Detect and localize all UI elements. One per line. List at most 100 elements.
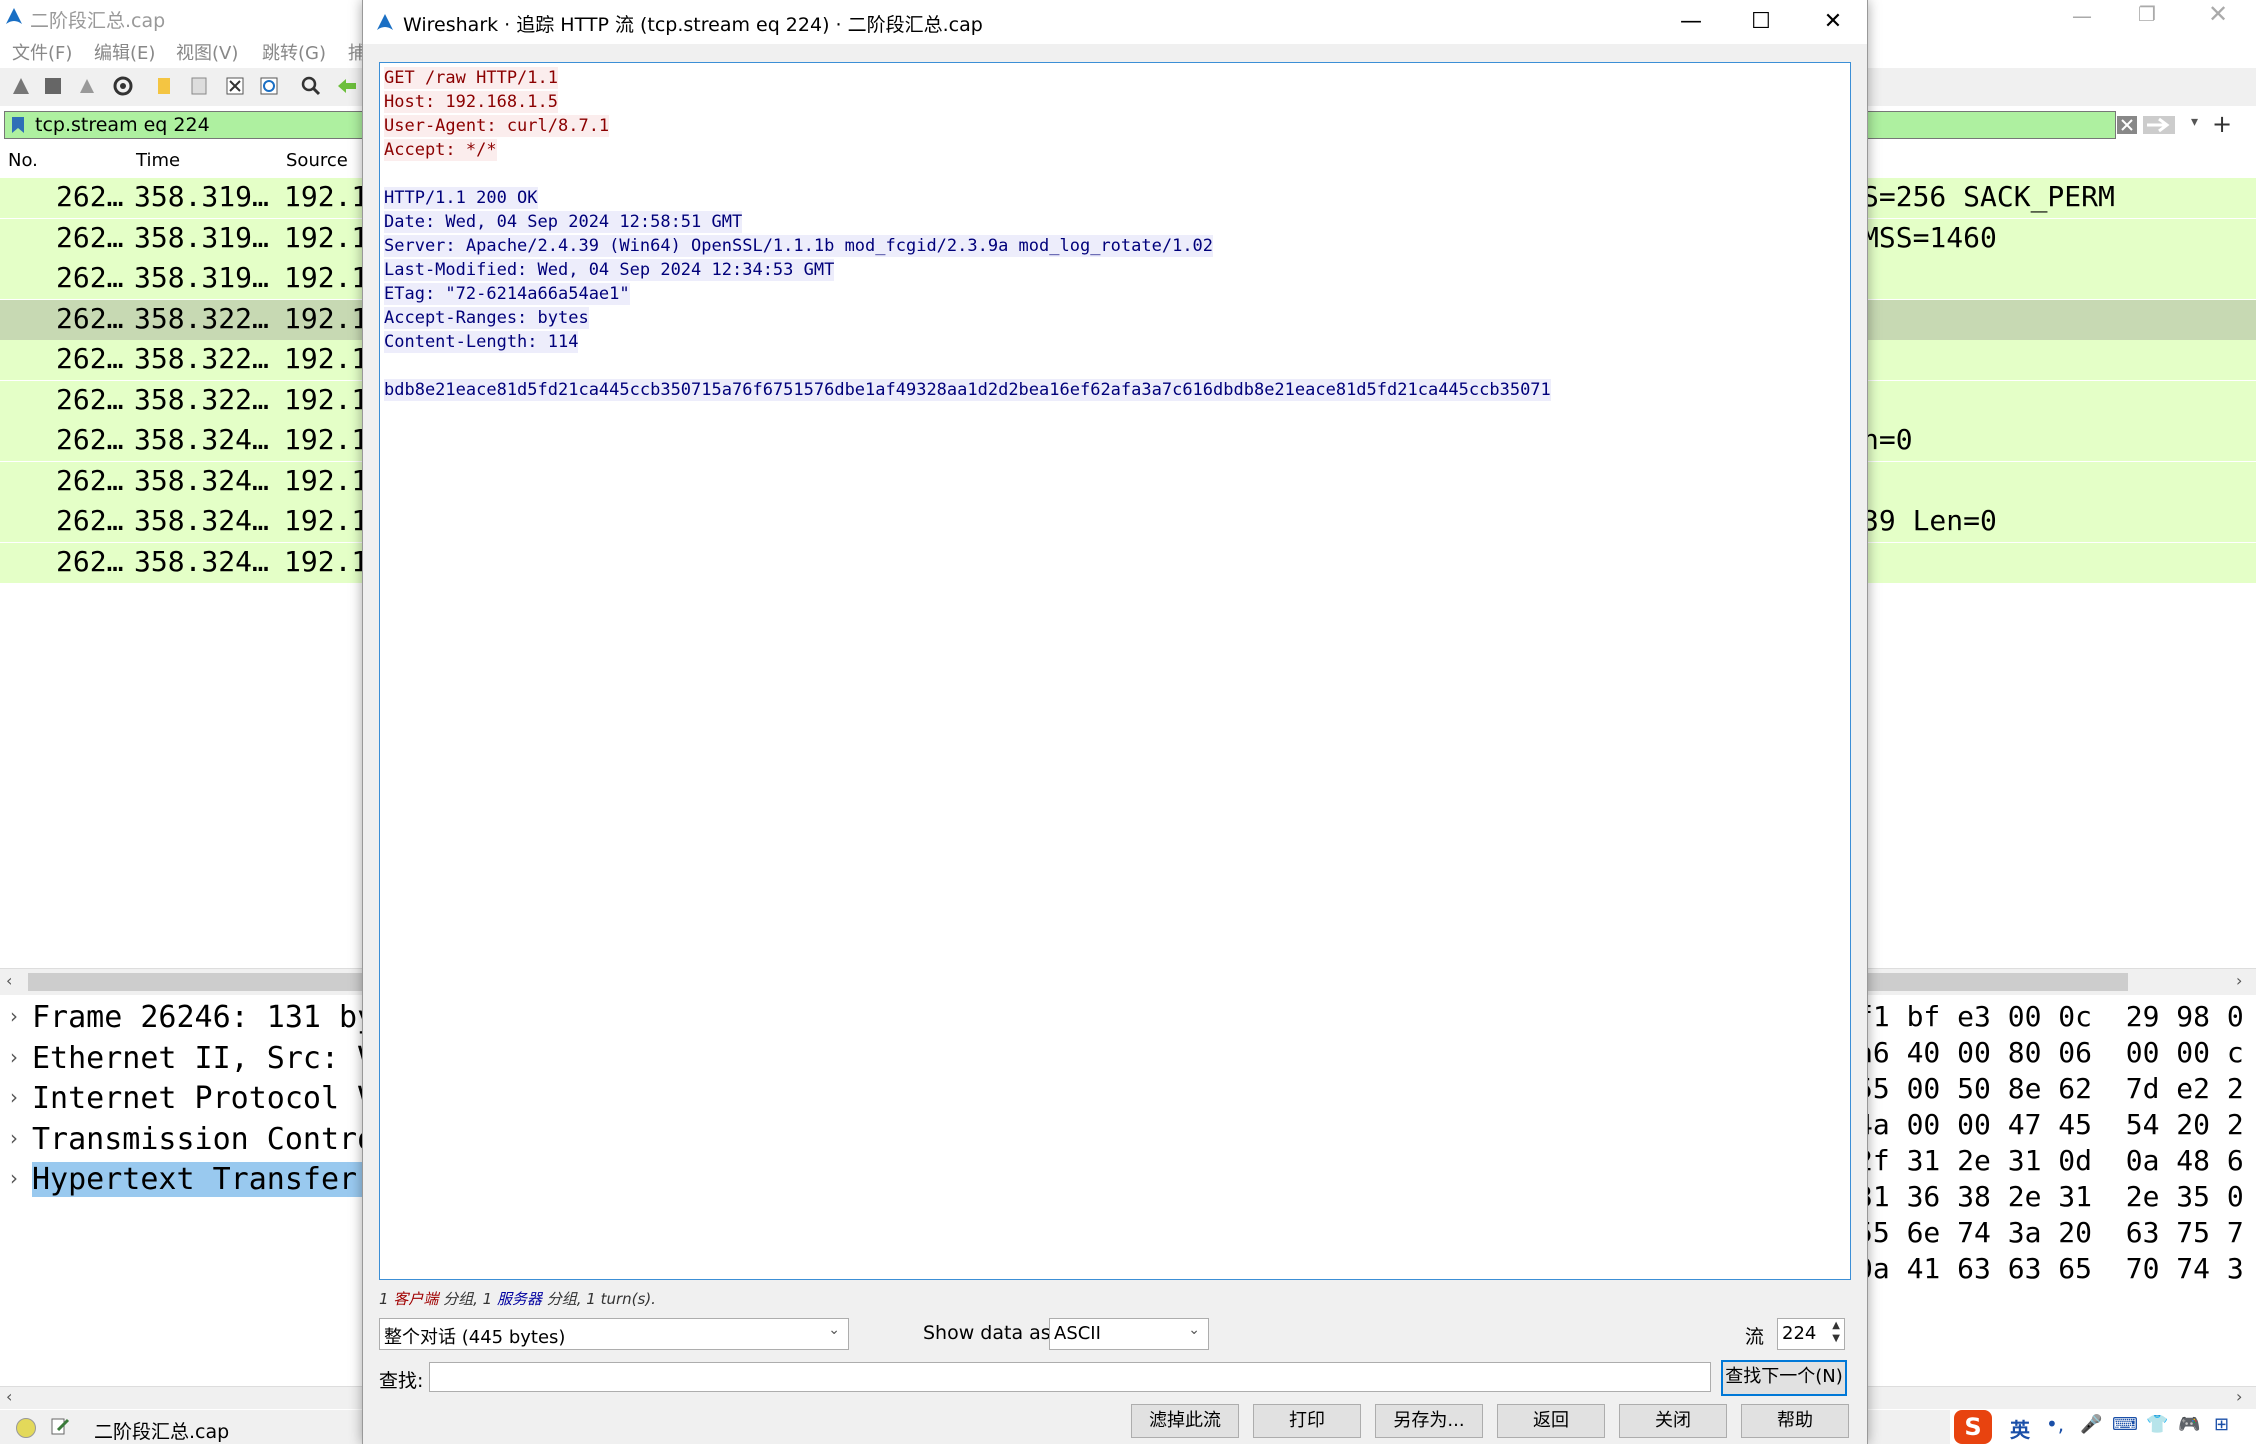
stream-content[interactable]: GET /raw HTTP/1.1 Host: 192.168.1.5 User-A… [379, 62, 1851, 1280]
stop-capture-icon[interactable] [42, 75, 64, 97]
close-button[interactable]: 关闭 [1619, 1404, 1727, 1438]
restart-capture-icon[interactable] [76, 75, 98, 97]
show-data-select[interactable]: ASCII ⌄ [1049, 1318, 1209, 1350]
server-line: Date: Wed, 04 Sep 2024 12:58:51 GMT [384, 211, 743, 233]
chevron-right-icon[interactable]: › [10, 1126, 18, 1150]
dialog-title: Wireshark · 追踪 HTTP 流 (tcp.stream eq 224… [403, 14, 983, 36]
packet-time: 358.319… [134, 220, 269, 254]
packet-source: 192.1 [284, 382, 369, 416]
client-line: Accept: */* [384, 139, 497, 161]
summary-part: 分组, 1 [438, 1290, 497, 1308]
back-button[interactable]: 返回 [1497, 1404, 1605, 1438]
packet-no: 262… [56, 301, 124, 335]
find-input[interactable] [429, 1362, 1711, 1392]
column-source[interactable]: Source [286, 150, 348, 171]
server-line: Accept-Ranges: bytes [384, 307, 589, 329]
find-packet-icon[interactable] [300, 75, 322, 97]
server-line: Last-Modified: Wed, 04 Sep 2024 12:34:53… [384, 259, 835, 281]
column-time[interactable]: Time [136, 150, 180, 171]
menu-edit[interactable]: 编辑(E) [94, 39, 155, 65]
go-back-icon[interactable] [336, 75, 358, 97]
chevron-right-icon[interactable]: › [10, 1004, 18, 1028]
main-close-button[interactable]: ✕ [2208, 0, 2228, 28]
ime-punct-icon[interactable]: •, [2046, 1412, 2064, 1436]
packet-time: 358.324… [134, 423, 269, 456]
save-file-icon[interactable] [188, 75, 210, 97]
sogou-ime-icon[interactable]: S [1954, 1410, 1992, 1444]
main-restore-button[interactable]: ❐ [2138, 2, 2156, 26]
server-line: ETag: "72-6214a66a54ae1" [384, 283, 630, 305]
summary-server: 服务器 [496, 1290, 542, 1308]
menu-go[interactable]: 跳转(G) [262, 39, 326, 65]
details-scroll-left-icon[interactable]: ‹ [6, 1387, 12, 1406]
main-window-title: 二阶段汇总.cap [30, 10, 166, 32]
conversation-select[interactable]: 整个对话 (445 bytes) ⌄ [379, 1318, 849, 1350]
ime-skin-icon[interactable]: 👕 [2146, 1414, 2168, 1435]
edit-comment-icon[interactable] [50, 1416, 70, 1436]
chevron-right-icon[interactable]: › [10, 1045, 18, 1069]
capture-options-icon[interactable] [112, 75, 134, 97]
print-button[interactable]: 打印 [1253, 1404, 1361, 1438]
ime-lang-toggle[interactable]: 英 [2010, 1414, 2030, 1443]
chevron-right-icon[interactable]: › [10, 1085, 18, 1109]
clear-filter-icon[interactable] [2117, 116, 2137, 134]
detail-label: Internet Protocol V [32, 1081, 376, 1116]
column-no[interactable]: No. [8, 150, 38, 171]
hex-line: 31 36 38 2e 31 2e 35 0 [1856, 1180, 2244, 1213]
summary-client: 客户端 [393, 1290, 439, 1308]
ime-keyboard-icon[interactable]: ⌨ [2112, 1414, 2138, 1435]
show-data-label: Show data as [923, 1322, 1051, 1344]
open-file-icon[interactable] [154, 75, 176, 97]
packet-source: 192.1 [284, 301, 369, 335]
client-line: Host: 192.168.1.5 [384, 91, 558, 113]
find-next-button[interactable]: 查找下一个(N) [1721, 1360, 1847, 1396]
stream-number-label: 流 [1745, 1326, 1765, 1348]
ime-game-icon[interactable]: 🎮 [2178, 1414, 2200, 1435]
scroll-right-icon[interactable]: › [2236, 971, 2242, 990]
packet-source: 192.1 [284, 463, 369, 497]
packet-info: 39 Len=0 [1862, 504, 1997, 537]
packet-time: 358.319… [134, 261, 269, 294]
ime-voice-icon[interactable]: 🎤 [2080, 1414, 2102, 1435]
status-ready-icon[interactable] [16, 1418, 36, 1438]
filter-history-dropdown-icon[interactable]: ▾ [2191, 114, 2198, 130]
dialog-minimize-button[interactable]: — [1669, 6, 1713, 38]
hex-line: 2f 31 2e 31 0d 0a 48 6 [1856, 1144, 2244, 1177]
spin-arrows-icon[interactable]: ▲ ▼ [1832, 1319, 1840, 1345]
filter-out-stream-button[interactable]: 滤掉此流 [1131, 1404, 1239, 1438]
detail-label: Ethernet II, Src: V [32, 1040, 376, 1076]
add-filter-button-icon[interactable]: + [2212, 110, 2232, 138]
server-line: bdb8e21eace81d5fd21ca445ccb350715a76f675… [384, 379, 1551, 401]
packet-source: 192.1 [284, 180, 369, 213]
details-scroll-right-icon[interactable]: › [2236, 1387, 2242, 1406]
save-as-button[interactable]: 另存为... [1375, 1404, 1483, 1438]
packet-source: 192.1 [284, 423, 369, 456]
help-button[interactable]: 帮助 [1741, 1404, 1849, 1438]
ime-toolbox-icon[interactable]: ⊞ [2214, 1414, 2229, 1435]
wireshark-logo-icon [6, 8, 22, 24]
reload-icon[interactable] [258, 75, 280, 97]
chevron-right-icon[interactable]: › [10, 1166, 18, 1190]
close-file-icon[interactable] [224, 75, 246, 97]
main-minimize-button[interactable]: — [2072, 4, 2092, 28]
packet-info: S=256 SACK_PERM [1862, 180, 2115, 213]
dialog-title-bar: Wireshark · 追踪 HTTP 流 (tcp.stream eq 224… [363, 0, 1867, 44]
ime-toolbar: S 英 •, 🎤 ⌨ 👕 🎮 ⊞ [1950, 1410, 2256, 1444]
start-capture-icon[interactable] [10, 75, 32, 97]
status-file-name: 二阶段汇总.cap [94, 1421, 230, 1443]
hex-line: 55 6e 74 3a 20 63 75 7 [1856, 1216, 2244, 1249]
conversation-select-value: 整个对话 (445 bytes) [384, 1327, 566, 1348]
packet-no: 262… [56, 382, 124, 416]
display-filter-text: tcp.stream eq 224 [35, 114, 210, 136]
stream-number-spinbox[interactable]: 224 ▲ ▼ [1777, 1318, 1845, 1350]
packet-no: 262… [56, 342, 124, 375]
dialog-close-button[interactable]: ✕ [1811, 6, 1855, 38]
hex-line: 4a 00 00 47 45 54 20 2 [1856, 1108, 2244, 1141]
apply-filter-icon[interactable] [2143, 116, 2175, 134]
scroll-left-icon[interactable]: ‹ [6, 971, 12, 990]
menu-view[interactable]: 视图(V) [176, 39, 238, 65]
bookmark-icon[interactable] [11, 116, 25, 134]
server-line: HTTP/1.1 200 OK [384, 187, 538, 209]
dialog-maximize-button[interactable]: ☐ [1739, 6, 1783, 38]
menu-file[interactable]: 文件(F) [12, 39, 72, 65]
